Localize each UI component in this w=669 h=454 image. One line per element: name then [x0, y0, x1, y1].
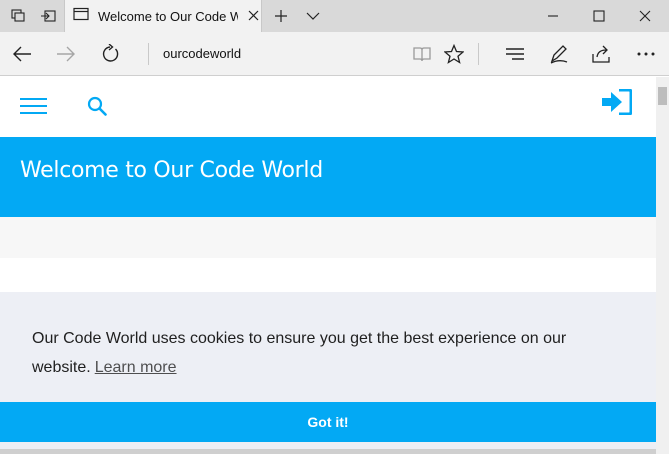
refresh-icon[interactable]	[90, 32, 130, 76]
share-icon[interactable]	[582, 32, 622, 76]
tab-title: Welcome to Our Code World	[98, 8, 238, 24]
tab-bar: Welcome to Our Code World	[0, 0, 669, 32]
hero-banner: Welcome to Our Code World	[0, 137, 656, 217]
login-icon[interactable]	[602, 88, 633, 120]
active-tab[interactable]: Welcome to Our Code World	[64, 0, 262, 32]
cookie-message: Our Code World uses cookies to ensure yo…	[32, 324, 592, 382]
page-icon	[73, 7, 89, 26]
hamburger-menu-icon[interactable]	[20, 97, 47, 120]
address-input[interactable]: ourcodeworld	[163, 32, 241, 76]
minimize-icon[interactable]	[530, 0, 576, 32]
maximize-icon[interactable]	[576, 0, 622, 32]
chevron-down-icon[interactable]	[300, 0, 326, 32]
plus-icon[interactable]	[268, 0, 294, 32]
forward-arrow-icon[interactable]	[46, 32, 86, 76]
back-arrow-icon[interactable]	[2, 32, 42, 76]
content-strip	[0, 217, 656, 258]
web-page: Welcome to Our Code World Our Code World…	[0, 77, 656, 454]
horizontal-scrollbar[interactable]	[0, 449, 656, 454]
star-icon[interactable]	[434, 32, 474, 76]
pen-icon[interactable]	[539, 32, 579, 76]
close-window-icon[interactable]	[622, 0, 668, 32]
cookie-banner: Our Code World uses cookies to ensure yo…	[0, 292, 656, 454]
close-icon[interactable]	[248, 9, 259, 24]
set-aside-tabs-icon[interactable]	[34, 0, 62, 32]
learn-more-link[interactable]: Learn more	[95, 359, 177, 376]
search-icon[interactable]	[87, 96, 107, 121]
got-it-button[interactable]: Got it!	[0, 402, 656, 442]
vertical-scrollbar[interactable]	[656, 77, 669, 454]
browser-window: Welcome to Our Code World	[0, 0, 669, 454]
navigation-bar: ourcodeworld	[0, 32, 669, 76]
hub-icon[interactable]	[495, 32, 535, 76]
more-icon[interactable]	[626, 32, 666, 76]
tab-preview-icon[interactable]	[4, 0, 32, 32]
site-header	[0, 77, 656, 137]
toolbar-separator	[478, 43, 479, 65]
address-separator	[148, 43, 149, 65]
scrollbar-thumb[interactable]	[658, 87, 667, 105]
page-title: Welcome to Our Code World	[20, 158, 323, 183]
